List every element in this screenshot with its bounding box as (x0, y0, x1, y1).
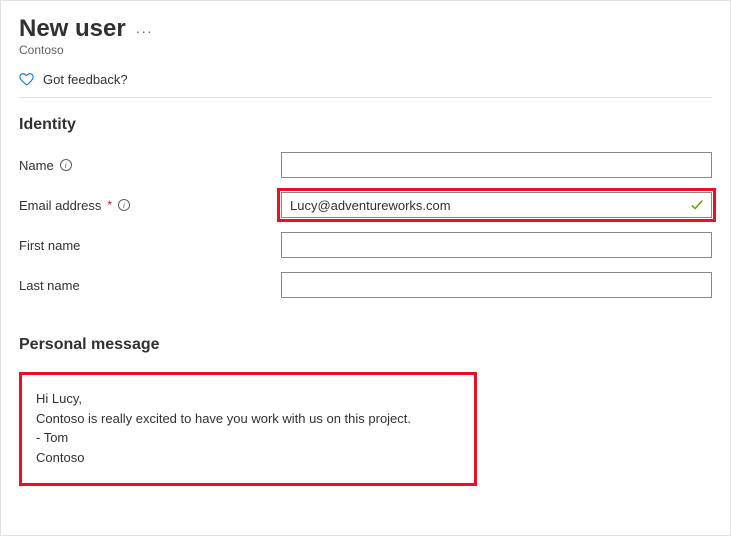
message-signature-org: Contoso (36, 448, 460, 468)
section-divider (19, 97, 712, 98)
name-row: Name i (19, 152, 712, 178)
message-body: Contoso is really excited to have you wo… (36, 409, 460, 429)
name-label: Name (19, 158, 54, 173)
last-name-label: Last name (19, 278, 80, 293)
personal-message-textarea[interactable]: Hi Lucy, Contoso is really excited to ha… (19, 372, 477, 486)
tenant-subtitle: Contoso (19, 43, 712, 57)
checkmark-icon (690, 198, 704, 212)
first-name-input[interactable] (281, 232, 712, 258)
personal-message-heading: Personal message (19, 336, 712, 354)
name-input[interactable] (281, 152, 712, 178)
email-input[interactable] (281, 192, 712, 218)
first-name-row: First name (19, 232, 712, 258)
message-greeting: Hi Lucy, (36, 389, 460, 409)
more-actions-button[interactable]: ··· (136, 19, 153, 39)
last-name-input[interactable] (281, 272, 712, 298)
identity-heading: Identity (19, 116, 712, 134)
info-icon[interactable]: i (118, 199, 130, 211)
first-name-label: First name (19, 238, 80, 253)
feedback-link[interactable]: Got feedback? (19, 71, 712, 87)
info-icon[interactable]: i (60, 159, 72, 171)
heart-icon (19, 71, 35, 87)
email-row: Email address * i (19, 192, 712, 218)
last-name-row: Last name (19, 272, 712, 298)
page-title: New user (19, 15, 126, 43)
required-indicator: * (107, 198, 112, 212)
personal-message-section: Personal message Hi Lucy, Contoso is rea… (19, 336, 712, 486)
message-signature-name: - Tom (36, 428, 460, 448)
feedback-label: Got feedback? (43, 72, 128, 87)
email-label: Email address (19, 198, 101, 213)
header: New user ··· (19, 15, 712, 43)
